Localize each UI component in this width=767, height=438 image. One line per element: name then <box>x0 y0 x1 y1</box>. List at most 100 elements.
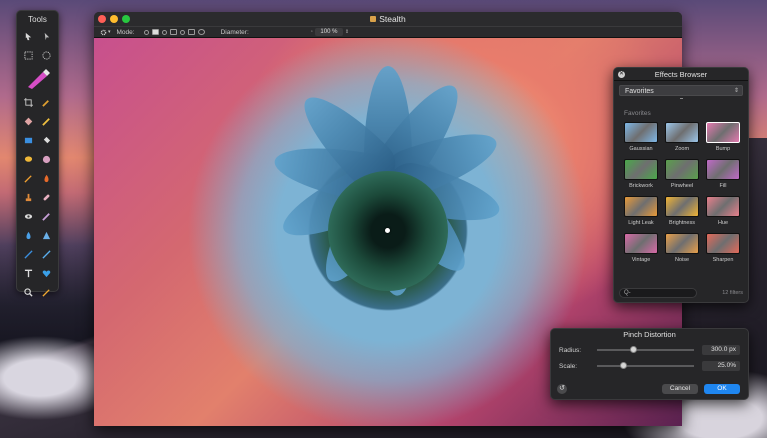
effect-label: Brickwork <box>629 183 653 189</box>
radius-slider-knob[interactable] <box>630 346 638 353</box>
smudge-tool[interactable] <box>38 209 56 224</box>
window-title-text: Stealth <box>379 14 406 24</box>
type-tool[interactable] <box>20 266 38 281</box>
effect-tile[interactable]: Hue <box>704 196 742 227</box>
effects-search-bar: Q- 12 filters <box>619 287 743 298</box>
effect-tile[interactable]: Light Leak <box>622 196 660 227</box>
effect-label: Noise <box>674 257 690 263</box>
reset-icon[interactable]: ↺ <box>557 383 567 394</box>
pinch-center-handle[interactable] <box>385 228 390 233</box>
search-input[interactable]: Q- <box>619 287 697 298</box>
effect-tile[interactable]: Zoom <box>663 122 701 153</box>
scale-slider-knob[interactable] <box>620 362 628 369</box>
rectangle-tool[interactable] <box>20 133 38 148</box>
eraser-tool[interactable] <box>20 114 38 129</box>
mode-invert-button[interactable] <box>187 29 195 35</box>
mode-intersect-button[interactable] <box>169 29 177 35</box>
zoom-tool[interactable] <box>20 285 38 300</box>
crop-tool[interactable] <box>20 95 38 110</box>
category-select[interactable]: Favorites ⇕ <box>619 85 743 96</box>
rect-select-icon <box>24 51 33 60</box>
gradient-tool[interactable] <box>38 152 56 167</box>
effect-thumbnail <box>624 233 658 254</box>
clone-stamp-tool[interactable] <box>20 190 38 205</box>
scale-row: Scale: 25.0% <box>559 361 740 371</box>
color-picker-tool[interactable] <box>38 285 56 300</box>
effect-thumbnail <box>624 196 658 217</box>
radius-row: Radius: 300.0 px <box>559 345 740 355</box>
desktop: Tools Stealth ▾ Mode: Diameter: ◦ 100 % … <box>0 0 767 438</box>
mode-add-button[interactable] <box>151 29 159 35</box>
paint-brush-tool[interactable] <box>20 67 55 91</box>
paint-bucket-icon <box>43 136 50 144</box>
zoom-field[interactable]: 100 % <box>314 28 343 36</box>
heal-tool[interactable] <box>38 190 56 205</box>
effect-label: Brightness <box>669 220 695 226</box>
zoom-out-icon[interactable]: ◦ <box>311 29 313 35</box>
mode-new-button[interactable] <box>143 29 149 35</box>
eyedropper-icon <box>42 100 49 107</box>
blur-tool[interactable] <box>20 228 38 243</box>
diameter-label: Diameter: <box>220 28 249 36</box>
effect-thumbnail <box>624 122 658 143</box>
mode-subtract-button[interactable] <box>161 29 167 35</box>
heart-icon <box>42 270 51 278</box>
ok-button[interactable]: OK <box>704 383 740 394</box>
scale-label: Scale: <box>559 362 578 370</box>
rect-select-tool[interactable] <box>20 48 38 63</box>
cancel-button[interactable]: Cancel <box>662 383 698 394</box>
line-icon <box>24 250 33 259</box>
effect-tile[interactable]: Vintage <box>622 233 660 264</box>
window-title: Stealth <box>94 14 682 24</box>
mode-circle-button[interactable] <box>197 29 205 35</box>
scale-value-field[interactable]: 25.0% <box>701 361 740 371</box>
burn-tool[interactable] <box>38 171 56 186</box>
speech-bubble-icon <box>25 156 33 162</box>
effect-tile[interactable]: Brightness <box>663 196 701 227</box>
radius-label: Radius: <box>559 346 582 354</box>
line-tool[interactable] <box>20 247 38 262</box>
tool-settings-menu[interactable]: ▾ <box>100 29 111 36</box>
zoom-stepper[interactable]: ⇕ <box>345 29 349 35</box>
move-tool[interactable] <box>20 29 38 44</box>
effect-tile[interactable]: Pinwheel <box>663 159 701 190</box>
close-icon[interactable]: ✕ <box>618 71 625 78</box>
effect-tile[interactable]: Noise <box>663 233 701 264</box>
mode-xor-button[interactable] <box>179 29 185 35</box>
shape-tool[interactable] <box>38 266 56 281</box>
effect-label: Light Leak <box>628 220 654 226</box>
pen-tool[interactable] <box>38 247 56 262</box>
mode-options <box>141 29 205 35</box>
effect-label: Fill <box>719 183 727 189</box>
pencil-tool[interactable] <box>38 114 56 129</box>
red-eye-tool[interactable] <box>20 209 38 224</box>
effect-tile[interactable]: Gaussian <box>622 122 660 153</box>
gradient-icon <box>42 155 50 164</box>
radius-value-field[interactable]: 300.0 px <box>701 345 740 355</box>
effect-label: Sharpen <box>712 257 734 263</box>
radius-slider[interactable] <box>596 346 694 353</box>
effect-tile[interactable]: Bump <box>704 122 742 153</box>
highlighted-pen-icon <box>27 69 50 89</box>
smudge-icon <box>42 213 50 221</box>
droplet-icon <box>26 231 31 240</box>
eyedropper-tool[interactable] <box>38 95 56 110</box>
filter-count: 12 filters <box>722 289 743 296</box>
sharpen-tool[interactable] <box>38 228 56 243</box>
window-titlebar: Stealth <box>94 12 682 26</box>
document-icon <box>370 16 377 22</box>
effect-tile[interactable]: Fill <box>704 159 742 190</box>
paint-bucket-tool[interactable] <box>38 133 56 148</box>
ellipse-select-icon <box>42 51 51 60</box>
effect-label: Hue <box>717 220 729 226</box>
speech-bubble-tool[interactable] <box>20 152 38 167</box>
brush-tool[interactable] <box>20 171 38 186</box>
zoom-control: ◦ 100 % ⇕ <box>311 28 349 36</box>
select-arrow-tool[interactable] <box>38 29 56 44</box>
effect-tile[interactable]: Brickwork <box>622 159 660 190</box>
ellipse-select-tool[interactable] <box>38 48 56 63</box>
pencil-icon <box>42 118 50 126</box>
scale-slider[interactable] <box>596 362 694 369</box>
effect-tile[interactable]: Sharpen <box>704 233 742 264</box>
effects-browser-panel: ✕ Effects Browser Favorites ⇕ Favorites … <box>613 67 749 303</box>
